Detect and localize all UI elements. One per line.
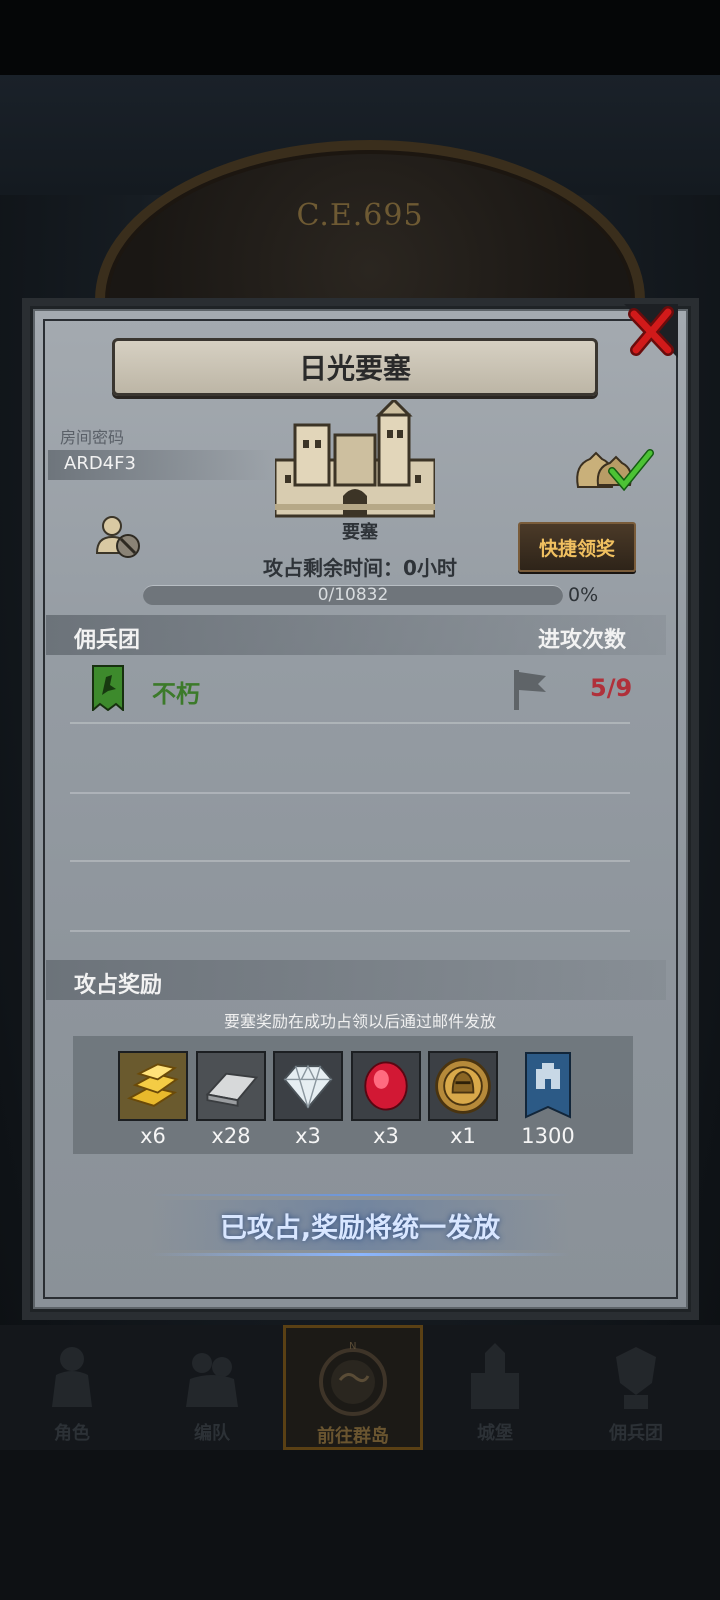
reward-qty: x6	[140, 1124, 166, 1148]
attack-count-header: 进攻次数	[538, 628, 627, 653]
rewards-note: 要塞奖励在成功占领以后通过邮件发放	[223, 1012, 496, 1031]
nav-item-castle[interactable]: 城堡	[425, 1325, 565, 1450]
close-icon[interactable]	[620, 300, 682, 362]
reward-qty: x1	[450, 1124, 476, 1148]
nav-item-formation[interactable]: 编队	[142, 1325, 282, 1450]
mercenary-icon	[616, 1347, 656, 1409]
fortress-castle-icon	[275, 400, 435, 518]
castle-icon	[471, 1343, 519, 1409]
guild-banner-icon	[92, 665, 124, 711]
room-code-label: 房间密码	[60, 428, 125, 447]
row-divider	[70, 722, 630, 724]
attack-flag-icon	[514, 670, 546, 710]
status-bar	[0, 0, 720, 75]
row-divider	[70, 930, 630, 932]
nav-label: 编队	[194, 1423, 230, 1444]
era-label: C.E.695	[296, 198, 424, 233]
reward-qty: x3	[295, 1124, 321, 1148]
diamond-icon[interactable]	[273, 1051, 343, 1121]
progress-text: 0/10832	[317, 585, 389, 605]
ruby-icon[interactable]	[351, 1051, 421, 1121]
nav-item-character[interactable]: 角色	[2, 1325, 142, 1450]
guild-name: 不朽	[152, 680, 200, 708]
reward-qty: x3	[373, 1124, 399, 1148]
captured-status-label: 已攻占,奖励将统一发放	[219, 1212, 501, 1244]
button-glow-bottom	[150, 1253, 570, 1256]
formation-icon	[186, 1353, 238, 1407]
row-divider	[70, 860, 630, 862]
rewards-section-title: 攻占奖励	[74, 973, 163, 998]
bottom-padding	[0, 1450, 720, 1600]
resource-bag-check-icon	[576, 449, 654, 491]
nav-item-mercenary[interactable]: 佣兵团	[566, 1325, 706, 1450]
nav-label: 佣兵团	[609, 1423, 663, 1444]
reward-qty: x28	[211, 1124, 251, 1148]
knight-medal-icon[interactable]	[428, 1051, 498, 1121]
gold-bars-icon[interactable]	[118, 1051, 188, 1121]
guild-banner-icon[interactable]	[506, 1051, 590, 1121]
svg-text:N: N	[349, 1341, 356, 1352]
capture-time-remaining: 攻占剩余时间：0小时	[263, 556, 457, 580]
button-glow-top	[150, 1194, 570, 1196]
capture-progress-bar: 0/10832	[143, 585, 563, 605]
reward-qty: 1300	[521, 1124, 575, 1148]
mercenary-section-title: 佣兵团	[74, 628, 141, 653]
nav-item-islands[interactable]: N 前往群岛	[283, 1325, 423, 1450]
character-icon	[52, 1347, 92, 1407]
nav-label: 前往群岛	[317, 1426, 389, 1447]
row-divider	[70, 792, 630, 794]
compass-map-icon: N	[319, 1341, 387, 1416]
dialog-title: 日光要塞	[112, 338, 598, 396]
room-code-value: ARD4F3	[64, 453, 136, 474]
captured-status-button[interactable]: 已攻占,奖励将统一发放	[150, 1194, 570, 1256]
nav-label: 城堡	[477, 1423, 513, 1444]
progress-percent: 0%	[568, 584, 599, 606]
nav-label: 角色	[54, 1423, 90, 1444]
attack-count: 5/9	[590, 674, 633, 702]
iron-ingot-icon[interactable]	[196, 1051, 266, 1121]
